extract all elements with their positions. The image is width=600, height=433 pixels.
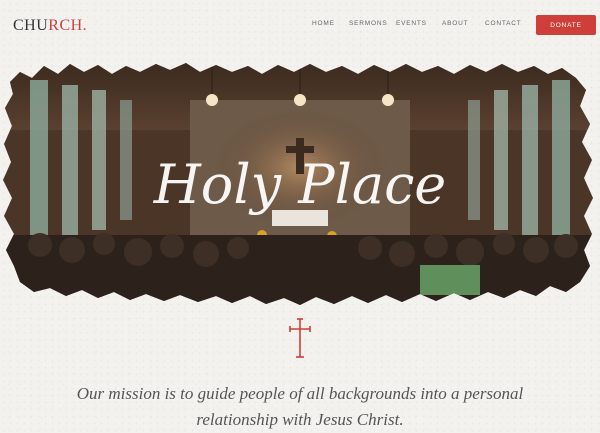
nav-home[interactable]: HOME (312, 20, 335, 27)
nav-sermons[interactable]: SERMONS (349, 20, 387, 27)
hero-banner: Holy Place (0, 60, 600, 310)
hero-image: Holy Place (3, 63, 593, 305)
nav-about[interactable]: ABOUT (442, 20, 468, 27)
main-nav: HOME SERMONS EVENTS ABOUT CONTACT (0, 20, 600, 34)
hero-title: Holy Place (153, 153, 447, 216)
donate-button[interactable]: DONATE (536, 15, 596, 35)
nav-contact[interactable]: CONTACT (485, 20, 522, 27)
nav-events[interactable]: EVENTS (396, 20, 427, 27)
site-header: CHURCH. HOME SERMONS EVENTS ABOUT CONTAC… (0, 0, 600, 52)
mission-statement: Our mission is to guide people of all ba… (76, 384, 524, 429)
cross-icon (285, 316, 315, 360)
